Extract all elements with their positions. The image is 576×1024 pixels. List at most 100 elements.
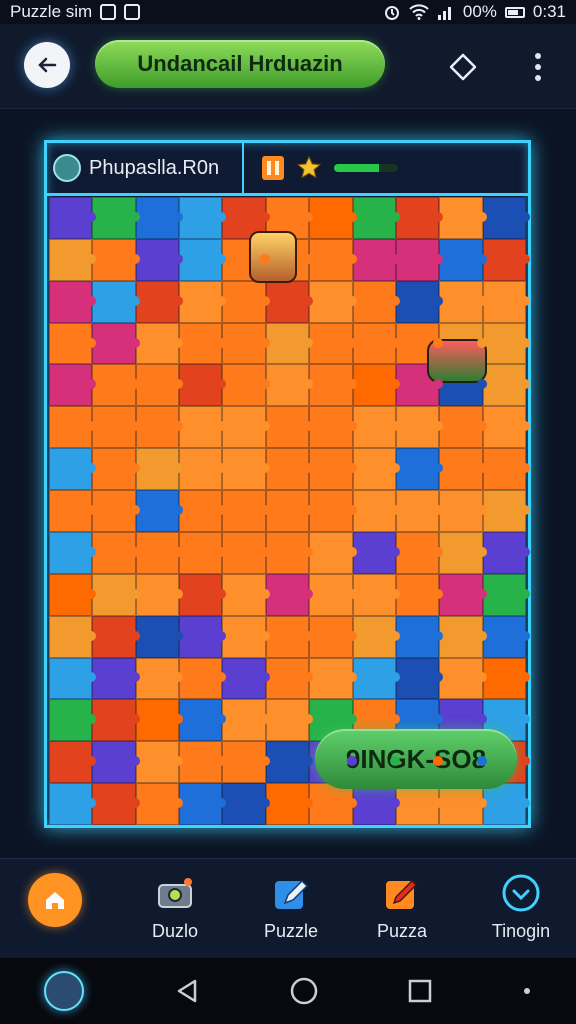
puzzle-piece[interactable]	[92, 280, 141, 323]
puzzle-piece[interactable]	[135, 615, 184, 658]
puzzle-piece[interactable]	[309, 531, 357, 574]
puzzle-piece[interactable]	[179, 364, 227, 407]
puzzle-piece[interactable]	[439, 573, 488, 616]
puzzle-piece[interactable]	[395, 573, 444, 616]
puzzle-piece[interactable]	[482, 615, 531, 658]
nav-home[interactable]	[5, 873, 105, 935]
puzzle-piece[interactable]	[135, 531, 184, 574]
puzzle-piece[interactable]	[265, 406, 314, 449]
puzzle-piece[interactable]	[179, 531, 227, 574]
puzzle-piece[interactable]	[439, 406, 488, 449]
puzzle-piece[interactable]	[92, 531, 141, 574]
puzzle-piece[interactable]	[92, 741, 141, 784]
puzzle-piece[interactable]	[265, 322, 314, 365]
puzzle-piece[interactable]	[135, 573, 184, 616]
puzzle-piece[interactable]	[265, 615, 314, 658]
puzzle-piece[interactable]	[92, 573, 141, 616]
puzzle-piece[interactable]	[222, 448, 271, 491]
puzzle-piece[interactable]	[179, 238, 227, 281]
puzzle-piece[interactable]	[49, 615, 97, 658]
puzzle-piece[interactable]	[309, 364, 357, 407]
nav-tinogin[interactable]: Tinogin	[471, 873, 571, 942]
puzzle-piece[interactable]	[92, 699, 141, 742]
puzzle-piece[interactable]	[222, 615, 271, 658]
assistant-icon[interactable]	[44, 971, 85, 1011]
puzzle-piece[interactable]	[265, 573, 314, 616]
puzzle-piece[interactable]	[179, 406, 227, 449]
puzzle-piece[interactable]	[482, 573, 531, 616]
pause-button[interactable]	[262, 156, 284, 180]
puzzle-piece[interactable]	[179, 322, 227, 365]
puzzle-piece[interactable]	[265, 699, 314, 742]
puzzle-piece[interactable]	[92, 783, 141, 825]
puzzle-piece[interactable]	[265, 741, 314, 784]
level-title-pill[interactable]: Undancail Hrduazin	[95, 40, 385, 88]
puzzle-piece[interactable]	[439, 531, 488, 574]
back-button[interactable]	[24, 42, 70, 88]
puzzle-piece[interactable]	[222, 741, 271, 784]
puzzle-piece[interactable]	[482, 322, 531, 365]
puzzle-piece[interactable]	[222, 531, 271, 574]
puzzle-piece[interactable]	[482, 490, 531, 532]
puzzle-piece[interactable]	[49, 322, 97, 365]
puzzle-piece[interactable]	[135, 238, 184, 281]
puzzle-piece[interactable]	[49, 280, 97, 323]
puzzle-piece[interactable]	[352, 783, 401, 825]
puzzle-piece[interactable]	[352, 280, 401, 323]
puzzle-piece[interactable]	[135, 657, 184, 700]
nav-duzlo[interactable]: Duzlo	[125, 873, 225, 942]
puzzle-piece[interactable]	[395, 615, 444, 658]
puzzle-piece[interactable]	[439, 615, 488, 658]
puzzle-piece[interactable]	[135, 741, 184, 784]
puzzle-piece[interactable]	[352, 448, 401, 491]
puzzle-piece[interactable]	[49, 657, 97, 700]
puzzle-piece[interactable]	[309, 197, 357, 239]
puzzle-piece[interactable]	[265, 531, 314, 574]
puzzle-piece[interactable]	[135, 197, 184, 239]
puzzle-piece[interactable]	[179, 783, 227, 825]
puzzle-piece[interactable]	[482, 364, 531, 407]
puzzle-piece[interactable]	[309, 238, 357, 281]
puzzle-piece[interactable]	[92, 238, 141, 281]
back-triangle-icon[interactable]	[173, 977, 201, 1005]
puzzle-piece[interactable]	[222, 406, 271, 449]
puzzle-piece[interactable]	[395, 238, 444, 281]
puzzle-piece[interactable]	[49, 364, 97, 407]
puzzle-piece[interactable]	[309, 280, 357, 323]
puzzle-piece[interactable]	[395, 657, 444, 700]
puzzle-piece[interactable]	[439, 197, 488, 239]
puzzle-piece[interactable]	[352, 657, 401, 700]
puzzle-piece[interactable]	[395, 197, 444, 239]
puzzle-piece[interactable]	[135, 699, 184, 742]
puzzle-piece[interactable]	[309, 490, 357, 532]
puzzle-piece[interactable]	[92, 448, 141, 491]
puzzle-piece[interactable]	[49, 406, 97, 449]
puzzle-piece[interactable]	[92, 490, 141, 532]
puzzle-piece[interactable]	[49, 490, 97, 532]
more-vertical-icon[interactable]	[526, 50, 550, 84]
puzzle-piece[interactable]	[439, 490, 488, 532]
puzzle-piece[interactable]	[482, 783, 531, 825]
character-sprite[interactable]	[249, 231, 297, 283]
puzzle-piece[interactable]	[49, 531, 97, 574]
puzzle-piece[interactable]	[179, 448, 227, 491]
puzzle-piece[interactable]	[352, 615, 401, 658]
puzzle-piece[interactable]	[352, 238, 401, 281]
puzzle-piece[interactable]	[49, 741, 97, 784]
puzzle-piece[interactable]	[49, 197, 97, 239]
puzzle-piece[interactable]	[49, 238, 97, 281]
puzzle-piece[interactable]	[49, 699, 97, 742]
puzzle-piece[interactable]	[395, 280, 444, 323]
puzzle-piece[interactable]	[395, 406, 444, 449]
puzzle-piece[interactable]	[135, 783, 184, 825]
puzzle-piece[interactable]	[482, 531, 531, 574]
puzzle-piece[interactable]	[352, 322, 401, 365]
puzzle-piece[interactable]	[395, 783, 444, 825]
puzzle-piece[interactable]	[395, 448, 444, 491]
star-icon[interactable]	[296, 155, 322, 181]
puzzle-piece[interactable]	[49, 573, 97, 616]
puzzle-piece[interactable]	[352, 197, 401, 239]
puzzle-piece[interactable]	[439, 783, 488, 825]
recents-square-icon[interactable]	[407, 978, 433, 1004]
puzzle-piece[interactable]	[135, 280, 184, 323]
